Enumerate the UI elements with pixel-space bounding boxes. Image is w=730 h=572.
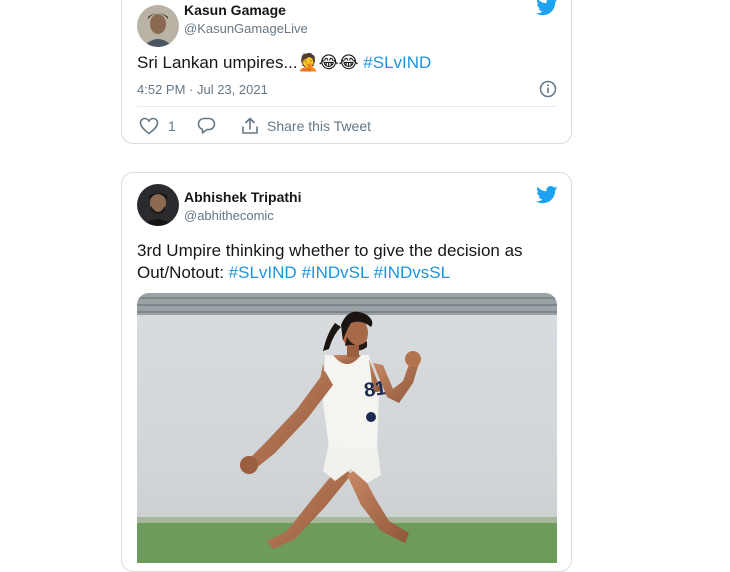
- share-button[interactable]: Share this Tweet: [241, 117, 371, 135]
- avatar[interactable]: [137, 5, 179, 47]
- tweet-media-image[interactable]: 81: [137, 293, 557, 563]
- avatar[interactable]: [137, 184, 179, 226]
- reply-button[interactable]: [197, 117, 216, 135]
- author-handle[interactable]: @abhithecomic: [184, 208, 274, 223]
- tweet-timestamp[interactable]: 4:52 PM · Jul 23, 2021: [137, 82, 268, 97]
- tweet-body-line2: Out/Notout: #SLvIND #INDvSL #INDvsSL: [137, 262, 562, 284]
- like-count: 1: [168, 118, 176, 134]
- hashtag-link[interactable]: #SLvIND: [363, 53, 431, 72]
- divider: [137, 106, 556, 107]
- hashtag-link[interactable]: #INDvsSL: [374, 263, 451, 282]
- tweet-text: 3rd Umpire thinking whether to give the …: [137, 240, 562, 284]
- tweet-card[interactable]: Abhishek Tripathi @abhithecomic 3rd Umpi…: [121, 172, 572, 572]
- hashtag-link[interactable]: #INDvSL: [301, 263, 368, 282]
- twitter-bird-icon[interactable]: [536, 186, 558, 204]
- info-icon[interactable]: [539, 80, 557, 98]
- emoji: 🤦😂😂: [297, 53, 359, 72]
- tweet-body: Sri Lankan umpires...: [137, 53, 298, 72]
- reply-icon: [197, 117, 216, 135]
- like-button[interactable]: 1: [139, 117, 176, 135]
- author-name[interactable]: Kasun Gamage: [184, 2, 286, 18]
- tweet-body-line1: 3rd Umpire thinking whether to give the …: [137, 241, 523, 260]
- hashtag-link[interactable]: #SLvIND: [229, 263, 297, 282]
- share-icon: [241, 117, 259, 135]
- tweet-body-prefix: Out/Notout:: [137, 263, 224, 282]
- share-label: Share this Tweet: [267, 118, 372, 134]
- tweet-card[interactable]: Kasun Gamage @KasunGamageLive Sri Lankan…: [121, 0, 572, 144]
- twitter-bird-icon[interactable]: [536, 0, 558, 16]
- tweet-text: Sri Lankan umpires...🤦😂😂 #SLvIND: [137, 52, 431, 74]
- heart-icon: [139, 117, 159, 135]
- author-name[interactable]: Abhishek Tripathi: [184, 189, 301, 205]
- author-handle[interactable]: @KasunGamageLive: [184, 21, 308, 36]
